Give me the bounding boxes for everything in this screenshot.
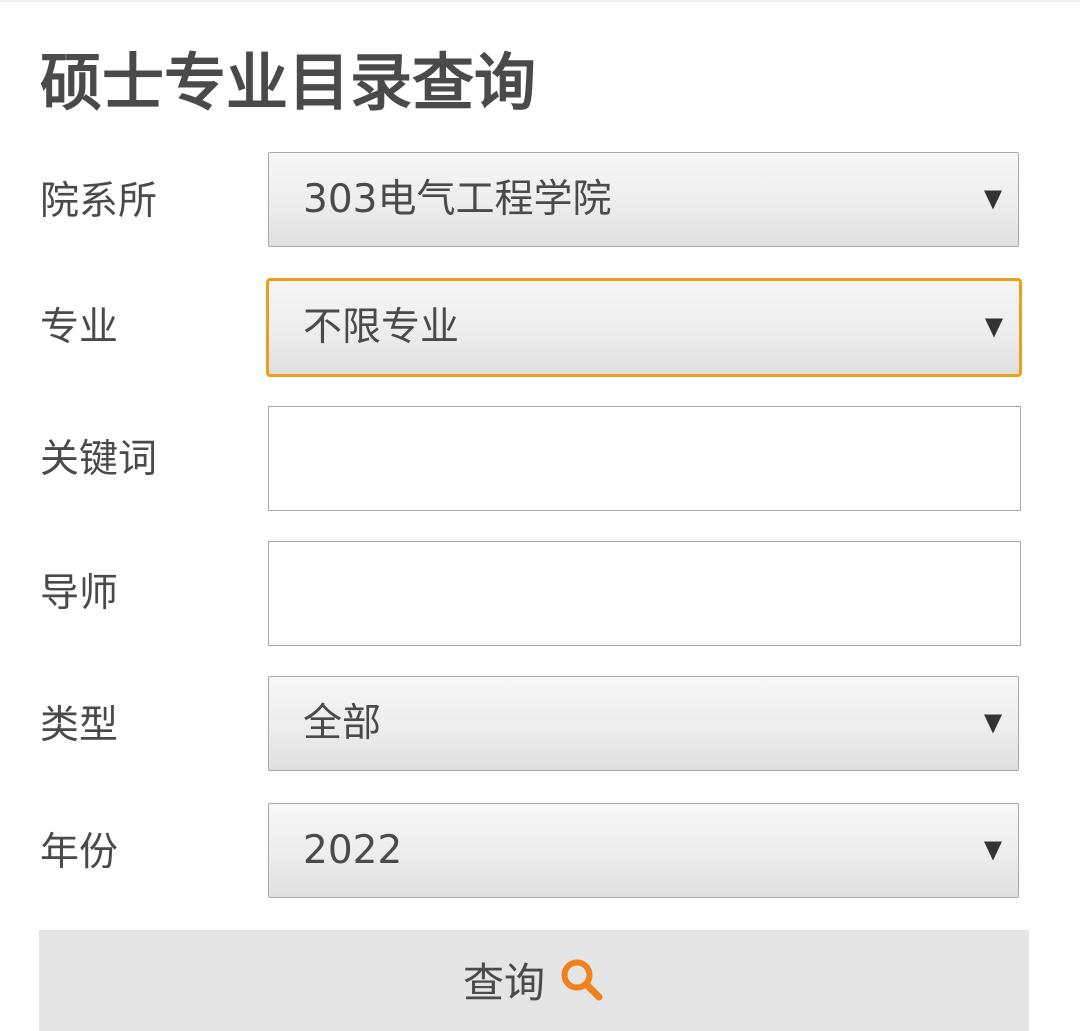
department-label: 院系所 <box>40 179 158 224</box>
year-label: 年份 <box>40 830 119 875</box>
major-label: 专业 <box>40 305 119 350</box>
major-select-value: 不限专业 <box>303 304 460 350</box>
year-select-value: 2022 <box>303 827 403 873</box>
dropdown-arrow-icon <box>985 318 1003 337</box>
keyword-label: 关键词 <box>40 437 158 482</box>
department-select-value: 303电气工程学院 <box>303 176 612 222</box>
year-select[interactable]: 2022 <box>268 803 1019 898</box>
search-icon <box>561 959 603 1000</box>
dropdown-arrow-icon <box>984 841 1002 860</box>
type-select-value: 全部 <box>303 700 382 746</box>
major-select[interactable]: 不限专业 <box>266 278 1022 377</box>
type-label: 类型 <box>40 703 119 748</box>
query-button[interactable]: 查询 <box>39 930 1029 1031</box>
query-button-label: 查询 <box>463 959 545 1006</box>
supervisor-input[interactable] <box>268 541 1021 646</box>
type-select[interactable]: 全部 <box>268 676 1019 771</box>
keyword-input[interactable] <box>268 406 1021 511</box>
dropdown-arrow-icon <box>984 714 1002 733</box>
top-divider <box>0 0 1080 2</box>
page-title: 硕士专业目录查询 <box>40 46 537 119</box>
department-select[interactable]: 303电气工程学院 <box>268 152 1019 247</box>
dropdown-arrow-icon <box>984 190 1002 209</box>
supervisor-label: 导师 <box>40 571 119 616</box>
